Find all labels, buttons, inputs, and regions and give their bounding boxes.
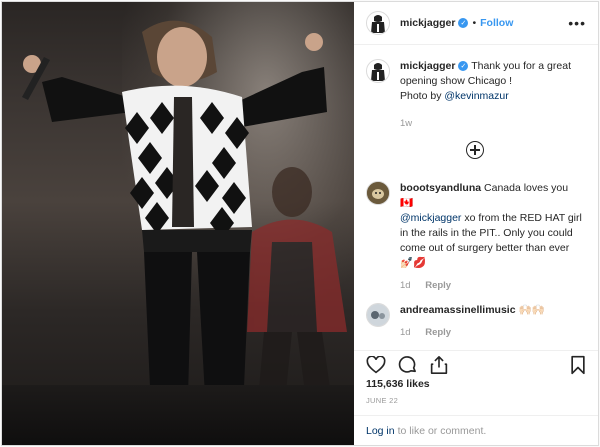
caption-photo-credit: Photo by [400,90,442,102]
like-count[interactable]: 115,636 likes [354,378,598,390]
post-actions [354,350,598,378]
separator-dot: • [472,17,477,29]
comment-time[interactable]: 1d [400,280,411,291]
bookmark-icon[interactable] [570,355,586,375]
caption-mention[interactable]: @kevinmazur [444,90,508,102]
comment-username[interactable]: andreamassinellimusic [400,304,516,316]
verified-badge-icon: ✓ [458,61,469,72]
comment-mention[interactable]: @mickjagger [400,212,461,224]
reply-button[interactable]: Reply [425,280,451,291]
avatar[interactable] [366,181,390,205]
avatar[interactable] [366,303,390,327]
post-username[interactable]: mickjagger [400,17,455,29]
load-more [366,141,584,159]
login-prompt: Log in to like or comment. [354,415,598,445]
comment-body: andreamassinellimusic 🙌🏻🙌🏻 1d Reply [400,303,545,340]
caption-time[interactable]: 1w [400,118,412,129]
reply-button[interactable]: Reply [425,327,451,338]
post-side-panel: mickjagger ✓ • Follow ••• mickjagger ✓ Th… [354,2,598,445]
performer-illustration [22,20,347,432]
verified-badge-icon: ✓ [458,18,469,28]
comment-body: boootsyandluna Canada loves you 🇨🇦 @mick… [400,181,584,293]
avatar[interactable] [366,11,390,35]
post-modal: mickjagger ✓ • Follow ••• mickjagger ✓ Th… [1,1,599,446]
login-prompt-text: to like or comment. [397,424,487,437]
comment-meta: 1d Reply [400,278,584,293]
comment-text: 🙌🏻🙌🏻 [518,304,545,316]
plus-circle-icon[interactable] [466,141,484,159]
comment-meta: 1d Reply [400,325,545,340]
caption-username[interactable]: mickjagger [400,60,455,72]
more-options-icon[interactable]: ••• [568,15,586,31]
comments-list: mickjagger ✓ Thank you for a great openin… [354,45,598,350]
login-link[interactable]: Log in [366,425,395,437]
comment-time[interactable]: 1d [400,327,411,338]
avatar[interactable] [366,59,390,83]
comment-username[interactable]: boootsyandluna [400,182,481,194]
share-icon[interactable] [430,355,448,375]
caption-body: mickjagger ✓ Thank you for a great openin… [400,59,584,131]
post-header: mickjagger ✓ • Follow ••• [354,2,598,45]
post-photo[interactable] [2,2,354,445]
comment-item: andreamassinellimusic 🙌🏻🙌🏻 1d Reply [366,303,584,340]
caption-meta: 1w [400,116,584,131]
comment-item: boootsyandluna Canada loves you 🇨🇦 @mick… [366,181,584,293]
comment-icon[interactable] [398,355,418,375]
heart-icon[interactable] [366,355,386,374]
follow-button[interactable]: Follow [480,17,513,29]
stage-floor [2,385,354,445]
post-date: JUNE 22 [366,396,399,406]
caption: mickjagger ✓ Thank you for a great openin… [366,59,584,131]
